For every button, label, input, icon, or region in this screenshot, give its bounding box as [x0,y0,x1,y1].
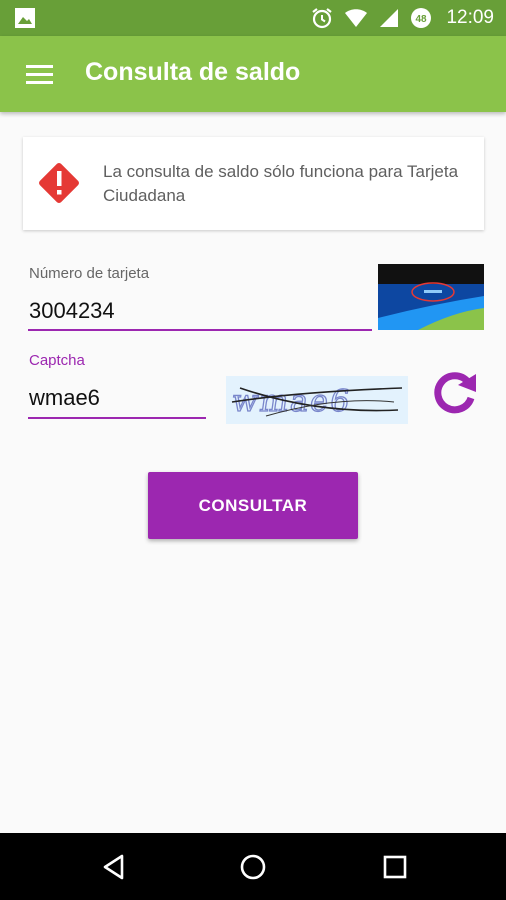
home-icon[interactable] [239,853,267,881]
card-number-underline [28,329,372,331]
consultar-button[interactable]: CONSULTAR [148,472,358,539]
captcha-image: wmae6 [226,376,408,424]
alarm-icon [312,8,333,29]
signal-icon [380,9,399,27]
nav-bar [0,833,506,900]
status-bar: 48 12:09 [0,0,506,36]
warning-icon [39,163,79,203]
back-icon[interactable] [100,853,128,881]
card-number-input[interactable]: 3004234 [29,298,115,324]
card-number-label: Número de tarjeta [29,265,150,282]
captcha-label: Captcha [29,352,85,369]
page-title: Consulta de saldo [85,58,301,86]
captcha-underline [28,417,206,419]
card-image [378,264,484,330]
notice-card: La consulta de saldo sólo funciona para … [23,137,484,230]
wifi-icon [345,9,368,27]
refresh-icon[interactable] [428,368,480,420]
image-icon [15,8,35,28]
app-bar: Consulta de saldo [0,36,506,112]
clock: 12:09 [446,7,494,28]
captcha-input[interactable]: wmae6 [29,385,100,411]
recents-icon[interactable] [381,853,409,881]
notice-message: La consulta de saldo sólo funciona para … [103,162,459,205]
battery-icon: 48 [411,8,432,28]
menu-icon[interactable] [26,63,54,85]
battery-text: 48 [416,14,428,25]
